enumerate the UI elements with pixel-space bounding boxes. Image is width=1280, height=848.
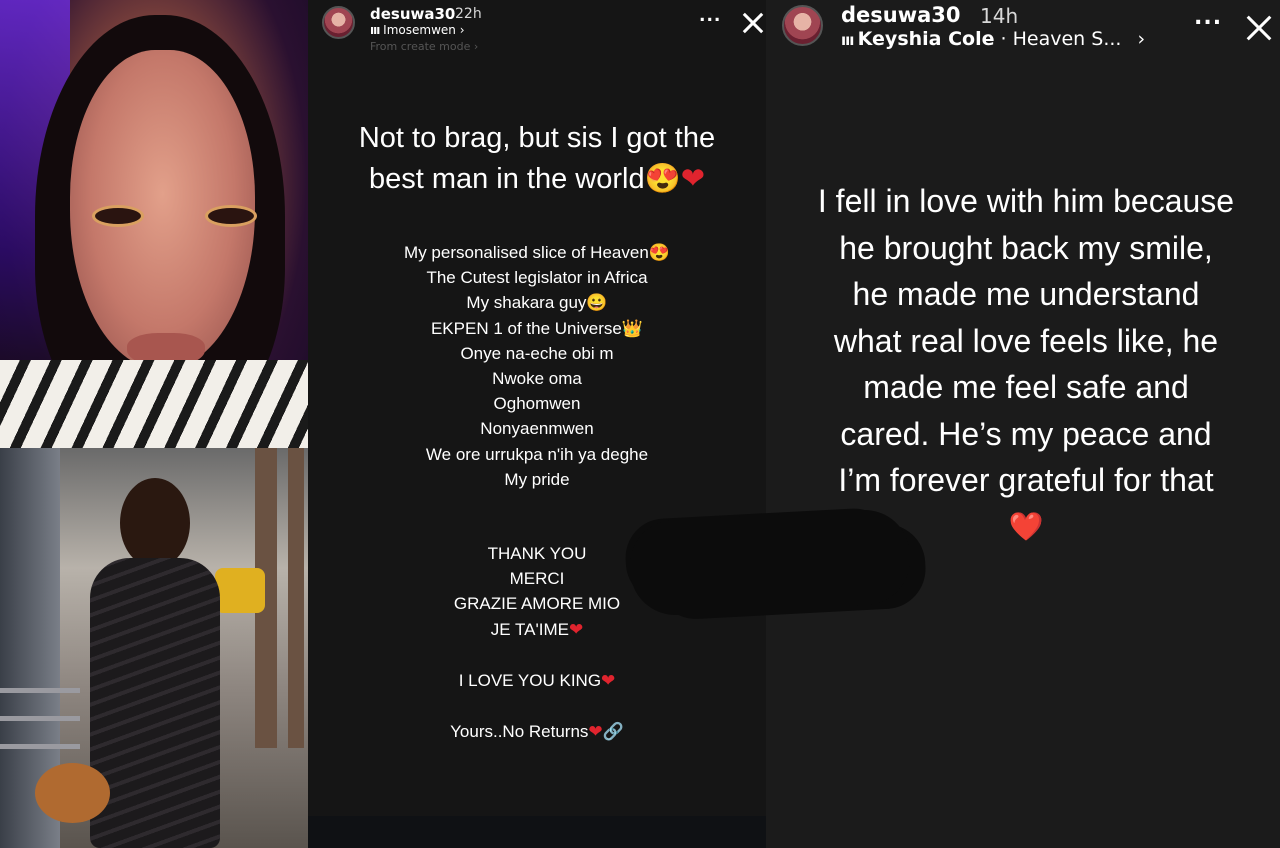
right-eye — [205, 205, 257, 227]
woman-figure — [35, 478, 220, 848]
headline-line: best man in the world😍❤ — [308, 159, 766, 200]
sweater-pattern — [0, 360, 308, 448]
timestamp: 22h — [455, 6, 482, 22]
more-options-icon[interactable]: ... — [1194, 5, 1222, 30]
story-line: Nwoke oma — [492, 369, 582, 389]
heart-icon: ❤ — [588, 722, 603, 741]
jetaime-line: JE TA'IME❤ — [308, 617, 766, 642]
tree-trunk — [288, 448, 304, 748]
taxi-shape — [215, 568, 265, 613]
story-headline: Not to brag, but sis I got the best man … — [308, 118, 766, 200]
more-options-icon[interactable]: ... — [699, 6, 721, 26]
story-panel-left: desuwa30 22h ııı Imosemwen › From create… — [308, 0, 766, 848]
story-line: Onye na-eche obi m — [460, 343, 614, 363]
headline-text: best man in the world — [368, 163, 645, 195]
username[interactable]: desuwa30 — [841, 3, 961, 27]
yours-text: Yours..No Returns — [450, 722, 589, 741]
story-lines: My personalised slice of Heaven😍 The Cute… — [308, 240, 766, 492]
avatar[interactable] — [782, 5, 823, 46]
love-line: I LOVE YOU KING❤ — [308, 668, 766, 693]
handbag — [35, 763, 110, 823]
music-sticker[interactable]: ııı Keyshia Cole · Heaven S... › — [841, 28, 1145, 50]
username[interactable]: desuwa30 — [370, 5, 455, 23]
music-separator: · — [994, 28, 1013, 50]
create-mode-note: From create mode › — [370, 40, 479, 53]
love-text: I LOVE YOU KING — [458, 671, 602, 690]
left-eye — [92, 205, 144, 227]
heart-icon: ❤ — [680, 163, 706, 195]
close-icon[interactable] — [740, 10, 766, 36]
music-label: Imosemwen — [383, 23, 456, 37]
caption-line: I’m forever grateful for that — [838, 462, 1214, 498]
story-line: My personalised slice of Heaven😍 — [404, 243, 670, 262]
music-sticker[interactable]: ııı Imosemwen › — [370, 23, 465, 37]
story-panel-right: desuwa30 14h ııı Keyshia Cole · Heaven S… — [766, 0, 1280, 848]
story-caption: I fell in love with him because he brough… — [786, 178, 1266, 550]
music-artist: Keyshia Cole — [857, 28, 995, 50]
black-dress — [90, 558, 220, 848]
scribbled-out-area — [627, 507, 913, 618]
music-bars-icon: ııı — [841, 31, 858, 49]
link-icon: 🔗 — [602, 722, 624, 741]
chevron-right-icon: › — [1137, 28, 1146, 50]
headline-line: Not to brag, but sis I got the — [358, 122, 716, 154]
jetaime-text: JE TA'IME — [490, 620, 569, 639]
caption-line: he brought back my smile, — [839, 229, 1213, 266]
story-header: desuwa30 22h ııı Imosemwen › From create… — [308, 0, 766, 60]
reply-bar[interactable] — [308, 816, 766, 848]
story-header: desuwa30 14h ııı Keyshia Cole · Heaven S… — [766, 0, 1280, 60]
selfie-photo — [0, 0, 308, 448]
caption-line: he made me understand — [852, 276, 1200, 312]
heart-eyes-emoji: 😍 — [644, 163, 681, 195]
story-line: Nonyaenmwen — [480, 419, 594, 439]
story-line: My shakara guy😀 — [466, 293, 608, 313]
music-bars-icon: ııı — [370, 23, 380, 37]
avatar[interactable] — [322, 6, 355, 39]
heart-icon: ❤ — [601, 671, 616, 690]
story-line: Oghomwen — [493, 394, 581, 414]
story-line: We ore urrukpa n'ih ya deghe — [425, 444, 649, 464]
curly-hair — [120, 478, 190, 568]
music-track: Heaven S... — [1012, 28, 1122, 50]
railing — [0, 716, 80, 721]
street-photo — [0, 448, 308, 848]
yours-line: Yours..No Returns❤🔗 — [308, 719, 766, 744]
caption-line: made me feel safe and — [863, 369, 1189, 405]
caption-line: I fell in love with him because — [817, 183, 1235, 219]
timestamp: 14h — [980, 4, 1019, 28]
heart-icon: ❤ — [568, 620, 584, 639]
photo-collage — [0, 0, 308, 848]
close-icon[interactable] — [1243, 12, 1275, 44]
railing — [0, 688, 80, 693]
railing — [0, 744, 80, 749]
story-line: The Cutest legislator in Africa — [426, 268, 648, 288]
chevron-right-icon: › — [459, 23, 465, 37]
story-line: EKPEN 1 of the Universe👑 — [430, 318, 644, 338]
caption-line: what real love feels like, he — [833, 322, 1219, 359]
story-line: My pride — [504, 469, 570, 489]
caption-line: cared. He’s my peace and — [840, 415, 1212, 452]
